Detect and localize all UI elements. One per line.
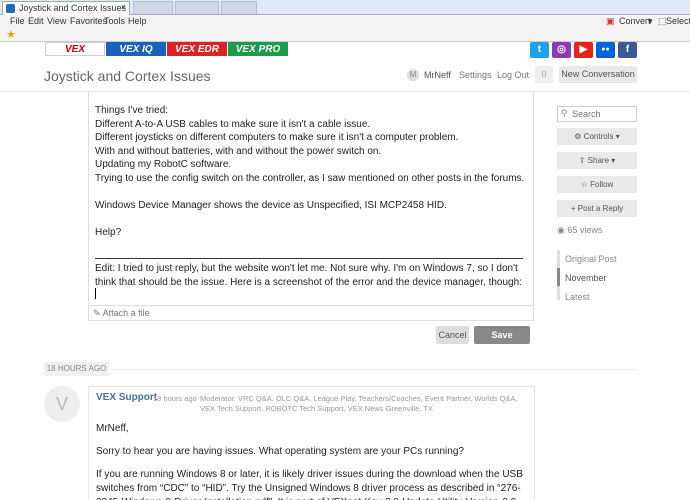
timeline-original-post[interactable]: Original Post — [565, 254, 617, 264]
notification-count[interactable]: 0 — [535, 66, 553, 83]
eye-icon: ◉ — [557, 225, 568, 235]
browser-tab-ghost[interactable] — [221, 1, 257, 14]
attach-file-link[interactable]: ✎ Attach a file — [88, 306, 534, 321]
menu-file[interactable]: File — [10, 16, 25, 26]
editor-line: Help? — [95, 226, 122, 238]
brand-vex-pro-logo[interactable]: VEX PRO — [228, 42, 288, 56]
timeline-latest[interactable]: Latest — [565, 292, 590, 302]
editor-line: Different A-to-A USB cables to make sure… — [95, 118, 371, 130]
tab-title: Joystick and Cortex Issues - ... — [19, 3, 130, 13]
instagram-icon[interactable]: ◎ — [552, 42, 571, 58]
post-reply-button[interactable]: + Post a Reply — [557, 200, 637, 217]
reply-time[interactable]: 18 hours ago — [153, 394, 197, 403]
time-divider-rule — [110, 369, 637, 370]
convert-button[interactable]: Convert — [619, 16, 651, 26]
editor-horizontal-rule — [95, 258, 523, 259]
page-title[interactable]: Joystick and Cortex Issues — [44, 68, 211, 84]
convert-icon: ▣ — [606, 16, 615, 26]
reply-author[interactable]: VEX Support — [96, 392, 157, 403]
site-favicon-icon — [6, 4, 15, 13]
reply-user-groups: Moderator, VRC Q&A, OLC Q&A, League Play… — [200, 394, 518, 413]
controls-dropdown-button[interactable]: ⚙ Controls ▾ — [557, 128, 637, 145]
convert-chevron-icon[interactable]: ▾ — [648, 16, 653, 27]
cancel-button[interactable]: Cancel — [436, 326, 469, 344]
settings-link[interactable]: Settings — [459, 70, 492, 80]
menu-tools[interactable]: Tools — [104, 16, 125, 26]
editor-line: Updating my RobotC software. — [95, 159, 232, 170]
select-button[interactable]: Select — [666, 16, 690, 26]
browser-menu-bar: File Edit View Favorites Tools Help ▣ Co… — [0, 15, 690, 28]
twitter-icon[interactable]: t — [530, 42, 549, 58]
browser-tab[interactable]: Joystick and Cortex Issues - ... × — [2, 1, 130, 15]
editor-body[interactable]: Things I've tried: Different A-to-A USB … — [95, 104, 525, 239]
paperclip-icon: ✎ — [93, 308, 101, 318]
editor-line: Windows Device Manager shows the device … — [95, 199, 447, 211]
flickr-icon[interactable]: ●● — [596, 42, 615, 58]
controls-label: Controls ▾ — [583, 132, 620, 141]
search-placeholder: Search — [572, 109, 601, 119]
share-label: Share ▾ — [587, 156, 616, 165]
brand-vex-logo[interactable]: VEX — [45, 42, 105, 56]
views-count: ◉ 65 views — [557, 225, 602, 236]
logout-link[interactable]: Log Out — [497, 70, 529, 80]
timeline-november[interactable]: November — [565, 273, 607, 283]
attach-file-label: Attach a file — [102, 308, 150, 318]
menu-edit[interactable]: Edit — [28, 16, 44, 26]
editor-line: With and without batteries, with and wit… — [95, 145, 382, 157]
reply-paragraph: If you are running Windows 8 or later, i… — [96, 469, 523, 500]
reply-avatar[interactable]: V — [44, 386, 80, 422]
browser-tab-ghost[interactable] — [175, 1, 219, 14]
discussion-title-bar: Joystick and Cortex Issues M MrNeff Sett… — [0, 58, 690, 92]
favorites-bar: ★ — [0, 28, 690, 42]
views-label: 65 views — [567, 225, 603, 235]
editor-line: Things I've tried: — [95, 105, 169, 116]
search-icon: ⚲ — [561, 108, 568, 118]
facebook-icon[interactable]: f — [618, 42, 637, 58]
post-editor[interactable]: Things I've tried: Different A-to-A USB … — [88, 92, 534, 306]
search-input[interactable]: ⚲ Search — [557, 106, 637, 122]
editor-line: Different joysticks on different compute… — [95, 132, 459, 143]
editor-blank-line — [95, 185, 525, 199]
user-avatar[interactable]: M — [407, 69, 419, 81]
editor-line: Trying to use the config switch on the c… — [95, 172, 525, 184]
reply-paragraph: Sorry to hear you are having issues. Wha… — [96, 446, 464, 457]
share-icon: ⇪ — [578, 156, 588, 165]
gear-icon: ⚙ — [574, 132, 584, 141]
share-dropdown-button[interactable]: ⇪ Share ▾ — [557, 152, 637, 169]
browser-tab-bar: Joystick and Cortex Issues - ... × — [0, 0, 690, 15]
youtube-icon[interactable]: ▶ — [574, 42, 593, 58]
brand-vex-edr-logo[interactable]: VEX EDR — [167, 42, 227, 56]
username-link[interactable]: MrNeff — [424, 70, 451, 80]
brand-vex-iq-logo[interactable]: VEX IQ — [106, 42, 166, 56]
editor-blank-line — [95, 212, 525, 226]
time-divider-label: 18 HOURS AGO — [44, 362, 109, 376]
browser-tab-ghost[interactable] — [133, 1, 173, 14]
new-conversation-button[interactable]: New Conversation — [559, 66, 637, 83]
favorites-star-icon[interactable]: ★ — [6, 28, 16, 41]
editor-edit-note: Edit: I tried to just reply, but the web… — [95, 263, 522, 288]
menu-help[interactable]: Help — [128, 16, 147, 26]
follow-button[interactable]: ☆ Follow — [557, 176, 637, 193]
save-changes-button[interactable]: Save Changes — [474, 326, 530, 358]
menu-view[interactable]: View — [47, 16, 66, 26]
menu-favorites[interactable]: Favorites — [70, 16, 107, 26]
timeline-scrollbar-thumb[interactable] — [557, 268, 560, 286]
reply-greeting: MrNeff, — [96, 423, 129, 434]
text-caret — [95, 288, 96, 299]
tab-close-icon[interactable]: × — [121, 2, 126, 12]
